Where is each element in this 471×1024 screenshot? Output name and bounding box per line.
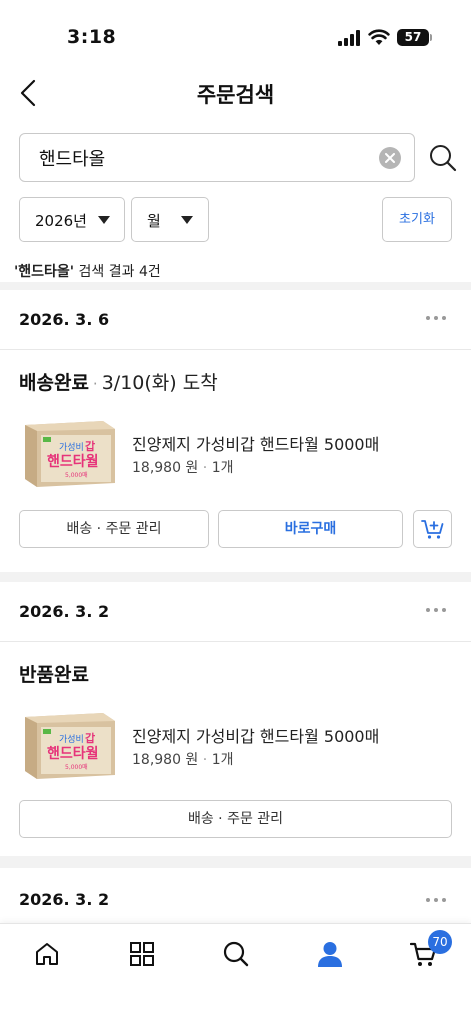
buy-now-button[interactable]: 바로구매	[218, 510, 403, 548]
order-card: 2026. 3. 2	[0, 868, 471, 928]
order-card: 2026. 3. 2 반품완료 가성비 갑 핸드타월 5,000매 진양제지 가…	[0, 582, 471, 856]
add-to-cart-button[interactable]	[413, 510, 452, 548]
header: 주문검색	[0, 70, 471, 116]
cart-count-badge: 70	[428, 930, 452, 954]
product-qty: 1개	[211, 460, 234, 476]
box-text-count: 5,000매	[65, 471, 88, 479]
status-time: 3:18	[67, 26, 117, 48]
section-divider	[0, 856, 471, 868]
more-options-button[interactable]	[422, 892, 450, 908]
caret-down-icon	[181, 216, 193, 224]
year-select[interactable]: 2026년	[19, 197, 125, 242]
product-price: 18,980 원	[132, 460, 199, 476]
wifi-icon	[368, 29, 390, 45]
box-text-line1: 가성비	[59, 442, 84, 453]
signal-icon	[338, 30, 360, 46]
cart-plus-icon	[420, 520, 443, 539]
order-date: 2026. 3. 2	[19, 890, 110, 909]
product-qty: 1개	[211, 752, 234, 768]
order-date: 2026. 3. 6	[19, 310, 110, 329]
box-text-line1b: 갑	[85, 440, 95, 453]
tab-search[interactable]	[220, 938, 252, 970]
order-date-row: 2026. 3. 2	[0, 582, 471, 642]
search-icon	[430, 145, 457, 172]
tab-my-page[interactable]	[314, 938, 346, 970]
status-bar: 3:18 57	[0, 0, 471, 70]
tab-category[interactable]	[126, 938, 158, 970]
box-text-line2: 핸드타월	[47, 453, 99, 470]
order-date: 2026. 3. 2	[19, 602, 110, 621]
caret-down-icon	[98, 216, 110, 224]
year-select-label: 2026년	[35, 212, 87, 230]
box-text-count: 5,000매	[65, 763, 88, 771]
order-status-line: 배송완료 · 3/10(화) 도착	[19, 372, 218, 394]
product-name[interactable]: 진양제지 가성비갑 핸드타월 5000매	[132, 723, 379, 747]
order-status: 반품완료	[19, 664, 89, 686]
search-box	[19, 133, 415, 182]
page-title: 주문검색	[196, 83, 275, 107]
result-count-text: 검색 결과 4건	[74, 264, 161, 280]
product-meta: 18,980 원 · 1개	[132, 752, 234, 768]
order-status-line: 반품완료	[19, 660, 89, 687]
battery-tip	[430, 34, 432, 41]
close-icon	[385, 153, 395, 163]
product-image[interactable]: 가성비 갑 핸드타월 5,000매	[19, 707, 117, 782]
box-text-line2: 핸드타월	[47, 745, 99, 762]
search-icon	[223, 941, 249, 967]
section-divider	[0, 572, 471, 582]
more-options-button[interactable]	[422, 310, 450, 326]
product-name[interactable]: 진양제지 가성비갑 핸드타월 5000매	[132, 431, 379, 455]
delivery-date: 3/10(화) 도착	[101, 372, 218, 394]
product-image[interactable]: 가성비 갑 핸드타월 5,000매	[19, 415, 117, 490]
home-icon	[36, 943, 58, 965]
month-select-label: 월	[147, 212, 161, 230]
order-manage-button[interactable]: 배송 · 주문 관리	[19, 800, 452, 838]
category-grid-icon	[130, 942, 154, 966]
order-date-row: 2026. 3. 2	[0, 868, 471, 928]
box-text-line1b: 갑	[85, 732, 95, 745]
order-date-row: 2026. 3. 6	[0, 290, 471, 350]
result-summary: '핸드타올' 검색 결과 4건	[14, 261, 161, 281]
search-button[interactable]	[428, 143, 458, 173]
result-query: '핸드타올'	[14, 264, 75, 280]
battery-indicator: 57	[397, 29, 429, 46]
reset-button[interactable]: 초기화	[382, 197, 452, 242]
order-status: 배송완료	[19, 372, 89, 394]
product-meta: 18,980 원 · 1개	[132, 460, 234, 476]
search-input[interactable]	[39, 134, 369, 181]
my-page-icon	[318, 942, 342, 967]
section-divider	[0, 282, 471, 290]
clear-search-button[interactable]	[379, 147, 401, 169]
box-text-line1: 가성비	[59, 734, 84, 745]
order-manage-button[interactable]: 배송 · 주문 관리	[19, 510, 209, 548]
product-price: 18,980 원	[132, 752, 199, 768]
month-select[interactable]: 월	[131, 197, 209, 242]
bottom-tab-bar	[0, 923, 471, 1024]
more-options-button[interactable]	[422, 602, 450, 618]
order-card: 2026. 3. 6 배송완료 · 3/10(화) 도착 가성비 갑 핸드타월 5,…	[0, 290, 471, 572]
tab-home[interactable]	[31, 938, 63, 970]
